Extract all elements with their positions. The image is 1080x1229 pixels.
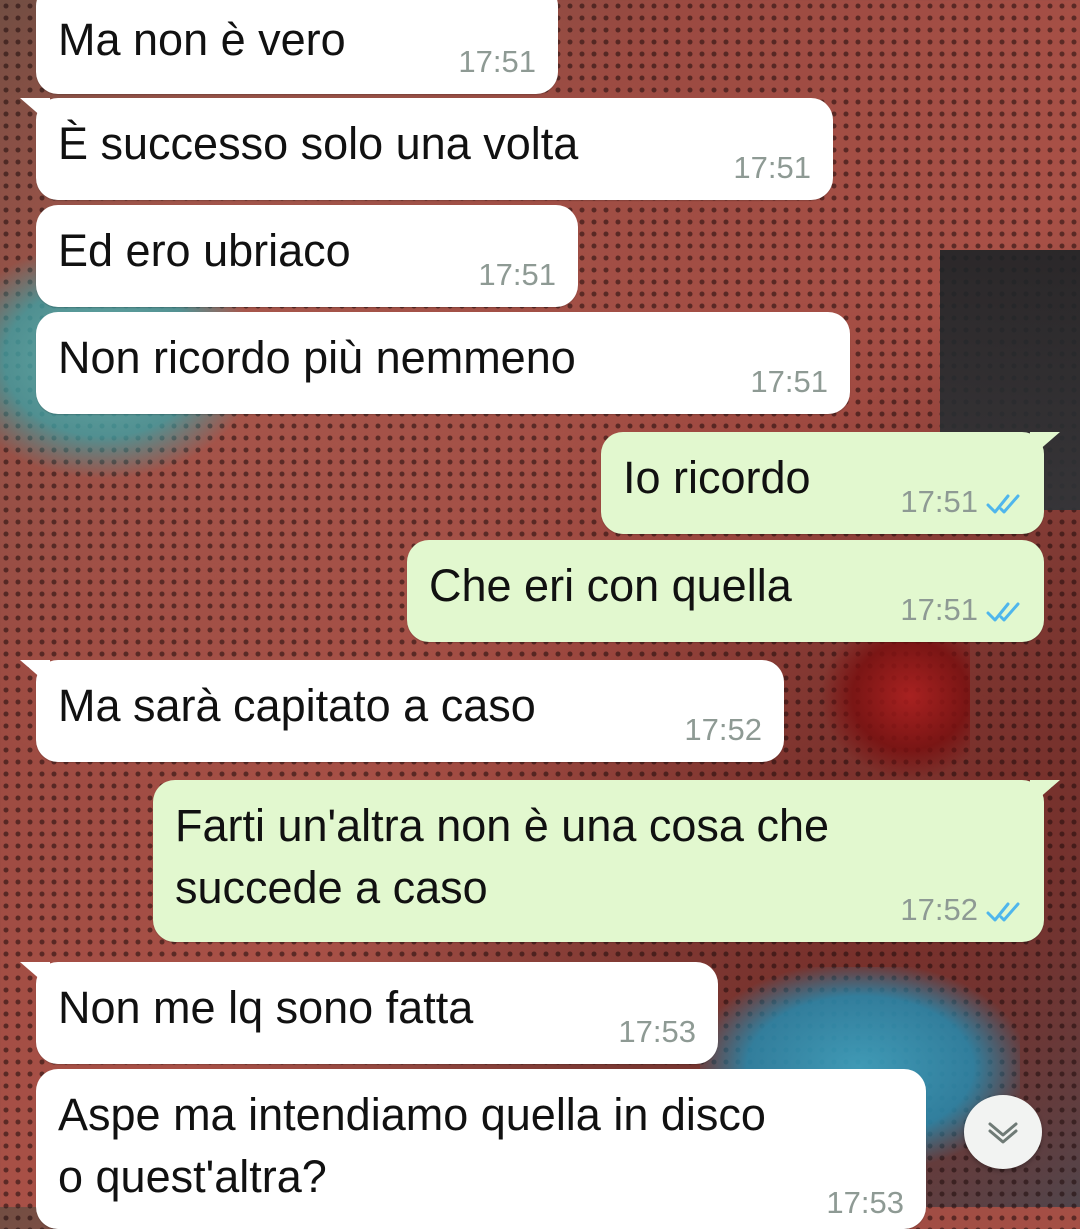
message-time: 17:53: [826, 1185, 904, 1220]
message-time: 17:51: [750, 364, 828, 399]
message-text: Ed ero ubriaco: [58, 225, 351, 276]
incoming-message[interactable]: Ma non è vero 17:51: [36, 0, 558, 94]
chevron-down-icon: [988, 1122, 1018, 1144]
incoming-message[interactable]: Aspe ma intendiamo quella in disco o que…: [36, 1069, 926, 1229]
incoming-message[interactable]: Non me lq sono fatta 17:53: [20, 962, 718, 1064]
bubble-tail: [20, 98, 50, 124]
message-text: Io ricordo: [623, 452, 811, 503]
message-text: È successo solo una volta: [58, 118, 579, 169]
bubble-tail: [20, 660, 50, 686]
message-time: 17:51: [478, 257, 556, 292]
bubble-tail: [1030, 780, 1060, 806]
message-time: 17:52: [684, 712, 762, 747]
message-time: 17:51: [900, 484, 978, 519]
message-time: 17:51: [900, 592, 978, 627]
outgoing-message[interactable]: Che eri con quella 17:51: [407, 540, 1044, 642]
outgoing-message[interactable]: Farti un'altra non è una cosa che succed…: [153, 780, 1060, 942]
message-text: Non ricordo più nemmeno: [58, 332, 576, 383]
message-time: 17:53: [618, 1014, 696, 1049]
double-check-icon: [986, 902, 1020, 922]
double-check-icon: [986, 602, 1020, 622]
scroll-to-bottom-button[interactable]: [964, 1095, 1042, 1169]
incoming-message[interactable]: Non ricordo più nemmeno 17:51: [36, 312, 850, 414]
message-time: 17:51: [733, 150, 811, 185]
message-text: Ma non è vero: [58, 14, 346, 65]
message-time: 17:52: [900, 892, 978, 927]
double-check-icon: [986, 494, 1020, 514]
message-time: 17:51: [458, 44, 536, 79]
incoming-message[interactable]: Ma sarà capitato a caso 17:52: [20, 660, 784, 762]
message-text: Ma sarà capitato a caso: [58, 680, 536, 731]
message-text-line: o quest'altra?: [58, 1151, 327, 1202]
message-text: Non me lq sono fatta: [58, 982, 474, 1033]
wallpaper-decoration: [820, 640, 970, 780]
incoming-message[interactable]: Ed ero ubriaco 17:51: [36, 205, 578, 307]
message-text-line: succede a caso: [175, 862, 488, 913]
bubble-tail: [20, 962, 50, 988]
outgoing-message[interactable]: Io ricordo 17:51: [601, 432, 1060, 534]
message-text-line: Farti un'altra non è una cosa che: [175, 800, 829, 851]
incoming-message[interactable]: È successo solo una volta 17:51: [20, 98, 833, 200]
bubble-tail: [1030, 432, 1060, 458]
message-text-line: Aspe ma intendiamo quella in disco: [58, 1089, 766, 1140]
message-text: Che eri con quella: [429, 560, 792, 611]
